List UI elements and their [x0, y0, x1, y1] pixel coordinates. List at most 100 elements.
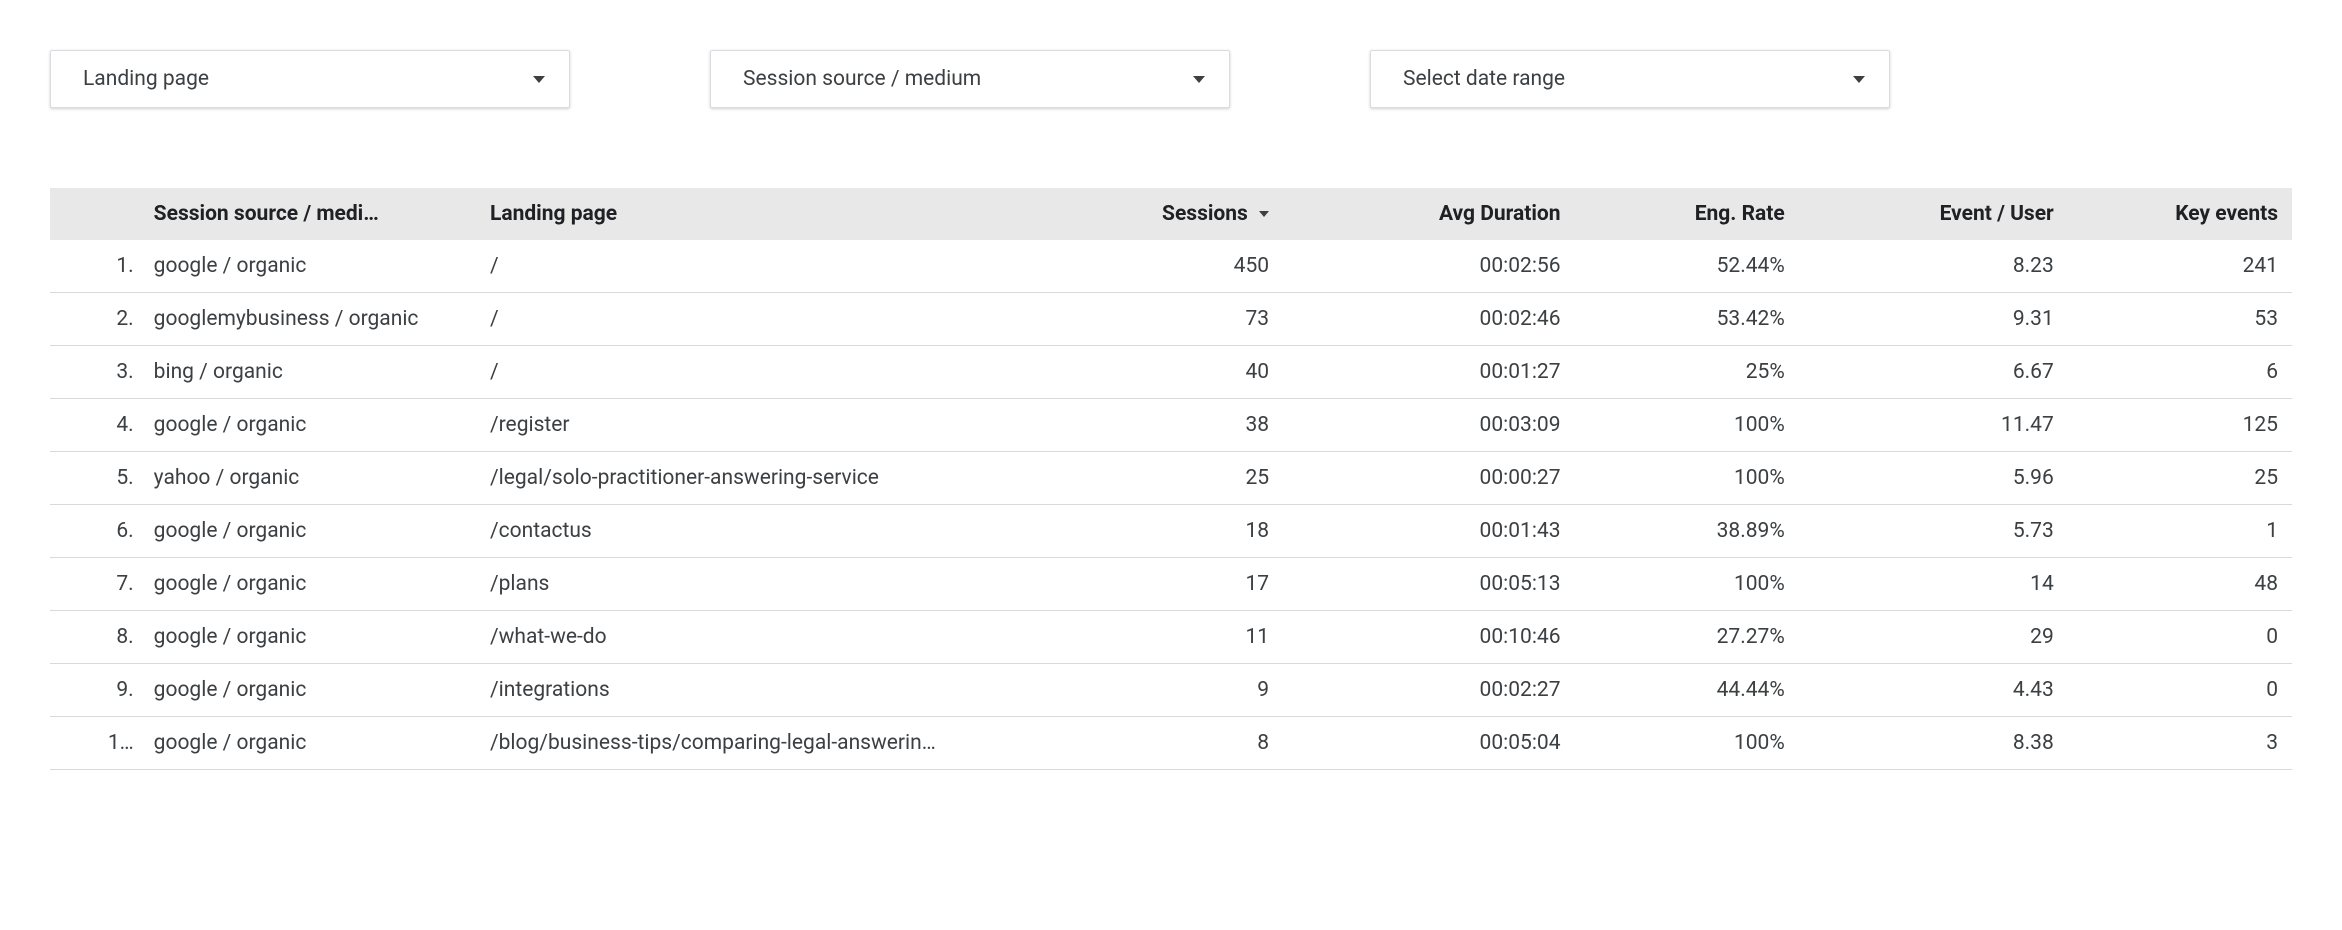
cell-duration: 00:02:46: [1283, 293, 1574, 346]
table-row[interactable]: 5.yahoo / organic/legal/solo-practitione…: [50, 452, 2292, 505]
col-event-user[interactable]: Event / User: [1799, 188, 2068, 240]
cell-event-user: 9.31: [1799, 293, 2068, 346]
col-landing-page[interactable]: Landing page: [476, 188, 1037, 240]
cell-source: yahoo / organic: [140, 452, 476, 505]
cell-key-events: 25: [2068, 452, 2292, 505]
sort-desc-icon: [1259, 211, 1269, 217]
cell-source: google / organic: [140, 664, 476, 717]
table-row[interactable]: 8.google / organic/what-we-do1100:10:462…: [50, 611, 2292, 664]
table-row[interactable]: 2.googlemybusiness / organic/7300:02:465…: [50, 293, 2292, 346]
cell-landing-page: /: [476, 293, 1037, 346]
cell-eng-rate: 38.89%: [1575, 505, 1799, 558]
cell-sessions: 17: [1036, 558, 1283, 611]
cell-duration: 00:01:27: [1283, 346, 1574, 399]
table-row[interactable]: 3.bing / organic/4000:01:2725%6.676: [50, 346, 2292, 399]
cell-duration: 00:01:43: [1283, 505, 1574, 558]
cell-event-user: 5.96: [1799, 452, 2068, 505]
cell-sessions: 38: [1036, 399, 1283, 452]
cell-event-user: 5.73: [1799, 505, 2068, 558]
col-eng-rate[interactable]: Eng. Rate: [1575, 188, 1799, 240]
cell-duration: 00:00:27: [1283, 452, 1574, 505]
cell-source: bing / organic: [140, 346, 476, 399]
report-table: Session source / medi… Landing page Sess…: [50, 188, 2292, 770]
filter-bar: Landing page Session source / medium Sel…: [40, 50, 2302, 108]
cell-index: 5.: [50, 452, 140, 505]
landing-page-dropdown[interactable]: Landing page: [50, 50, 570, 108]
cell-index: 1.: [50, 240, 140, 293]
cell-source: google / organic: [140, 611, 476, 664]
col-avg-duration[interactable]: Avg Duration: [1283, 188, 1574, 240]
table-header-row: Session source / medi… Landing page Sess…: [50, 188, 2292, 240]
cell-sessions: 18: [1036, 505, 1283, 558]
cell-landing-page: /legal/solo-practitioner-answering-servi…: [476, 452, 1037, 505]
cell-event-user: 8.23: [1799, 240, 2068, 293]
cell-key-events: 0: [2068, 611, 2292, 664]
col-sessions[interactable]: Sessions: [1036, 188, 1283, 240]
cell-sessions: 11: [1036, 611, 1283, 664]
cell-key-events: 48: [2068, 558, 2292, 611]
table-row[interactable]: 4.google / organic/register3800:03:09100…: [50, 399, 2292, 452]
cell-sessions: 73: [1036, 293, 1283, 346]
cell-duration: 00:05:13: [1283, 558, 1574, 611]
table-row[interactable]: 7.google / organic/plans1700:05:13100%14…: [50, 558, 2292, 611]
cell-sessions: 9: [1036, 664, 1283, 717]
cell-eng-rate: 100%: [1575, 717, 1799, 770]
table-row[interactable]: 9.google / organic/integrations900:02:27…: [50, 664, 2292, 717]
cell-landing-page: /integrations: [476, 664, 1037, 717]
cell-key-events: 125: [2068, 399, 2292, 452]
cell-source: google / organic: [140, 399, 476, 452]
source-medium-dropdown-label: Session source / medium: [743, 67, 981, 91]
table-row[interactable]: 6.google / organic/contactus1800:01:4338…: [50, 505, 2292, 558]
caret-down-icon: [1853, 76, 1865, 83]
cell-landing-page: /register: [476, 399, 1037, 452]
cell-event-user: 14: [1799, 558, 2068, 611]
cell-source: google / organic: [140, 240, 476, 293]
cell-eng-rate: 27.27%: [1575, 611, 1799, 664]
caret-down-icon: [1193, 76, 1205, 83]
cell-duration: 00:05:04: [1283, 717, 1574, 770]
table-row[interactable]: 1.google / organic/45000:02:5652.44%8.23…: [50, 240, 2292, 293]
cell-event-user: 6.67: [1799, 346, 2068, 399]
date-range-dropdown[interactable]: Select date range: [1370, 50, 1890, 108]
cell-sessions: 8: [1036, 717, 1283, 770]
cell-index: 6.: [50, 505, 140, 558]
table-row[interactable]: 1…google / organic/blog/business-tips/co…: [50, 717, 2292, 770]
cell-index: 2.: [50, 293, 140, 346]
cell-landing-page: /plans: [476, 558, 1037, 611]
cell-key-events: 241: [2068, 240, 2292, 293]
cell-index: 9.: [50, 664, 140, 717]
cell-sessions: 40: [1036, 346, 1283, 399]
cell-index: 1…: [50, 717, 140, 770]
cell-event-user: 4.43: [1799, 664, 2068, 717]
col-source-medium[interactable]: Session source / medi…: [140, 188, 476, 240]
cell-event-user: 11.47: [1799, 399, 2068, 452]
cell-event-user: 8.38: [1799, 717, 2068, 770]
cell-duration: 00:03:09: [1283, 399, 1574, 452]
cell-eng-rate: 44.44%: [1575, 664, 1799, 717]
cell-sessions: 25: [1036, 452, 1283, 505]
cell-key-events: 6: [2068, 346, 2292, 399]
cell-index: 3.: [50, 346, 140, 399]
cell-landing-page: /contactus: [476, 505, 1037, 558]
cell-landing-page: /: [476, 346, 1037, 399]
cell-event-user: 29: [1799, 611, 2068, 664]
cell-sessions: 450: [1036, 240, 1283, 293]
caret-down-icon: [533, 76, 545, 83]
cell-source: google / organic: [140, 505, 476, 558]
cell-eng-rate: 100%: [1575, 399, 1799, 452]
cell-eng-rate: 100%: [1575, 558, 1799, 611]
cell-eng-rate: 52.44%: [1575, 240, 1799, 293]
landing-page-dropdown-label: Landing page: [83, 67, 209, 91]
cell-duration: 00:10:46: [1283, 611, 1574, 664]
col-key-events[interactable]: Key events: [2068, 188, 2292, 240]
source-medium-dropdown[interactable]: Session source / medium: [710, 50, 1230, 108]
cell-duration: 00:02:56: [1283, 240, 1574, 293]
cell-landing-page: /blog/business-tips/comparing-legal-answ…: [476, 717, 1037, 770]
cell-key-events: 3: [2068, 717, 2292, 770]
cell-duration: 00:02:27: [1283, 664, 1574, 717]
cell-key-events: 0: [2068, 664, 2292, 717]
col-sessions-label: Sessions: [1162, 202, 1248, 226]
cell-eng-rate: 100%: [1575, 452, 1799, 505]
cell-key-events: 1: [2068, 505, 2292, 558]
cell-index: 7.: [50, 558, 140, 611]
